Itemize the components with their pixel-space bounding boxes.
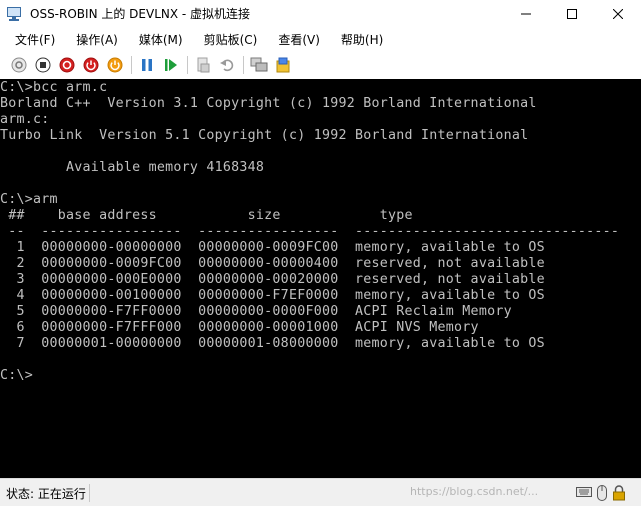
console-line: C:\> — [0, 368, 34, 383]
resume-icon — [165, 59, 177, 71]
enhanced-session-button[interactable] — [250, 56, 268, 74]
power-button[interactable] — [106, 56, 124, 74]
console-line: 6 00000000-F7FFF000 00000000-00001000 AC… — [0, 320, 479, 335]
turn-off-icon — [59, 57, 75, 73]
power-icon — [107, 57, 123, 73]
menu-view[interactable]: 查看(V) — [266, 31, 329, 48]
keyboard-icon — [576, 487, 592, 497]
lock-icon — [613, 485, 625, 501]
shutdown-button[interactable] — [82, 56, 100, 74]
watermark: https://blog.csdn.net/... — [410, 485, 539, 498]
resume-button[interactable] — [162, 56, 180, 74]
start-button[interactable] — [34, 56, 52, 74]
menu-media[interactable]: 媒体(M) — [127, 31, 192, 48]
console-line: 2 00000000-0009FC00 00000000-00000400 re… — [0, 256, 545, 271]
status-bar: 状态: 正在运行 https://blog.csdn.net/... — [0, 478, 641, 506]
revert-icon — [220, 59, 234, 72]
share-icon — [276, 57, 290, 73]
close-button[interactable] — [595, 0, 641, 27]
console-line: C:\>arm — [0, 192, 58, 207]
start-icon — [35, 57, 51, 73]
checkpoint-icon — [197, 57, 210, 73]
console-line: Turbo Link Version 5.1 Copyright (c) 199… — [0, 128, 529, 143]
menu-action[interactable]: 操作(A) — [64, 31, 127, 48]
console-line: Available memory 4168348 — [0, 160, 265, 175]
toolbar — [0, 51, 641, 79]
console-line: 5 00000000-F7FF0000 00000000-0000F000 AC… — [0, 304, 512, 319]
console-line: 4 00000000-00100000 00000000-F7EF0000 me… — [0, 288, 545, 303]
shutdown-icon — [83, 57, 99, 73]
toolbar-separator — [187, 56, 188, 74]
ctrl-alt-del-button[interactable] — [10, 56, 28, 74]
console-line: 7 00000001-00000000 00000001-08000000 me… — [0, 336, 545, 351]
console-line: arm.c: — [0, 112, 50, 127]
enhanced-session-icon — [250, 57, 268, 72]
minimize-icon — [521, 13, 531, 14]
ctrl-alt-del-icon — [11, 57, 27, 73]
maximize-icon — [567, 8, 577, 19]
pause-icon — [142, 59, 152, 71]
console-line: Borland C++ Version 3.1 Copyright (c) 19… — [0, 96, 537, 111]
console-line: 1 00000000-00000000 00000000-0009FC00 me… — [0, 240, 545, 255]
minimize-button[interactable] — [503, 0, 549, 27]
menu-clipboard[interactable]: 剪贴板(C) — [192, 31, 267, 48]
mouse-icon — [597, 485, 607, 501]
console-line: ## base address size type — [0, 208, 413, 223]
close-icon — [613, 8, 623, 19]
title-bar: OSS-ROBIN 上的 DEVLNX - 虚拟机连接 — [0, 0, 641, 27]
console-line: -- ----------------- ----------------- -… — [0, 224, 620, 239]
toolbar-separator — [243, 56, 244, 74]
share-button[interactable] — [274, 56, 292, 74]
vm-connection-icon — [7, 6, 23, 21]
menu-bar: 文件(F) 操作(A) 媒体(M) 剪贴板(C) 查看(V) 帮助(H) — [0, 27, 641, 51]
maximize-button[interactable] — [549, 0, 595, 27]
status-text: 状态: 正在运行 — [6, 487, 86, 501]
console-line: C:\>bcc arm.c — [0, 80, 108, 95]
console-line: 3 00000000-000E0000 00000000-00020000 re… — [0, 272, 545, 287]
vm-console-screen[interactable]: C:\>bcc arm.c Borland C++ Version 3.1 Co… — [0, 79, 641, 478]
turn-off-button[interactable] — [58, 56, 76, 74]
checkpoint-button[interactable] — [194, 56, 212, 74]
toolbar-separator — [131, 56, 132, 74]
pause-button[interactable] — [138, 56, 156, 74]
window-title: OSS-ROBIN 上的 DEVLNX - 虚拟机连接 — [30, 7, 251, 21]
menu-file[interactable]: 文件(F) — [0, 31, 64, 48]
revert-button[interactable] — [218, 56, 236, 74]
menu-help[interactable]: 帮助(H) — [329, 31, 392, 48]
status-separator — [89, 484, 90, 502]
